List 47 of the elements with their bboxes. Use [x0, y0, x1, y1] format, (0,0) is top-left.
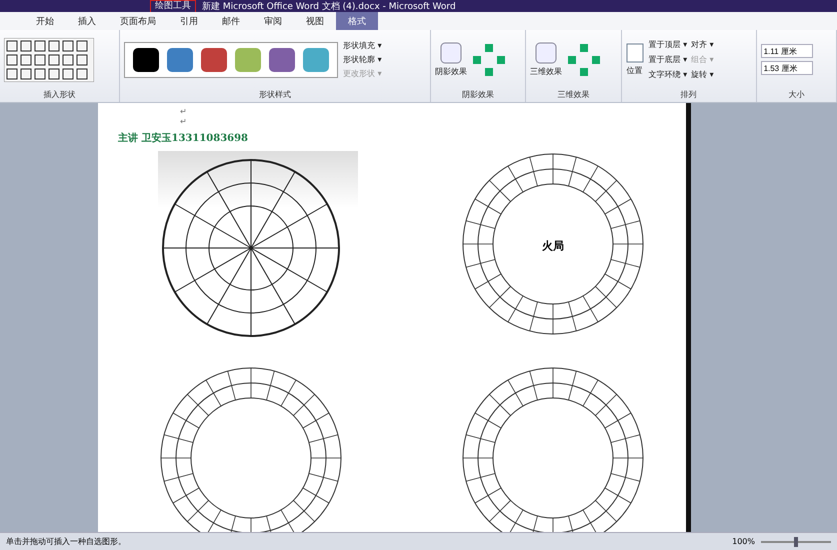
style-swatch[interactable] [167, 48, 194, 72]
window-title: 新建 Microsoft Office Word 文档 (4).docx - Microsoft Word [202, 0, 456, 12]
arrange-command[interactable]: 置于顶层 ▾ [648, 39, 688, 50]
group-label: 插入形状 [42, 89, 77, 101]
nudge-icon[interactable] [567, 42, 602, 76]
effects-button[interactable]: 三维效果 [530, 42, 562, 77]
ribbon-tab[interactable]: 视图 [294, 12, 336, 30]
paragraph-mark: ↵ [180, 107, 188, 117]
style-swatch[interactable] [201, 48, 228, 72]
effect-icon [535, 42, 558, 64]
style-swatch[interactable] [303, 48, 330, 72]
status-message: 单击并拖动可插入一种自选图形。 [6, 536, 127, 547]
arrange-command[interactable]: 文字环绕 ▾ [648, 69, 688, 80]
effects-button[interactable]: 阴影效果 [434, 42, 467, 77]
size-field[interactable]: 1.53 厘米 [760, 61, 813, 75]
arrange-command[interactable]: 置于底层 ▾ [648, 54, 688, 65]
style-swatch[interactable] [133, 48, 160, 72]
ribbon-tab[interactable]: 页面布局 [108, 12, 168, 30]
nudge-icon[interactable] [472, 42, 506, 76]
paragraph-mark: ↵ [180, 117, 188, 127]
shape-command[interactable]: 形状轮廓 ▾ [343, 54, 382, 65]
size-field[interactable]: 1.11 厘米 [760, 44, 813, 58]
arrange-command[interactable]: 旋转 ▾ [691, 69, 714, 80]
style-gallery[interactable] [124, 42, 338, 78]
ribbon-tab[interactable]: 插入 [66, 12, 108, 30]
zoom-level: 100% [732, 537, 755, 546]
ribbon-tab[interactable]: 格式 [336, 12, 378, 30]
group-label: 排列 [680, 89, 698, 101]
group-label: 阴影效果 [461, 89, 496, 101]
group-label: 三维效果 [556, 89, 590, 101]
effect-icon [440, 42, 462, 64]
style-swatch[interactable] [269, 48, 296, 72]
ribbon-tab[interactable]: 开始 [24, 12, 66, 30]
zoom-thumb[interactable] [794, 536, 798, 546]
arrange-command[interactable]: 对齐 ▾ [691, 39, 714, 50]
group-label: 形状样式 [258, 89, 292, 101]
shape-command[interactable]: 形状填充 ▾ [343, 40, 382, 51]
ribbon-tab[interactable]: 邮件 [210, 12, 252, 30]
style-swatch[interactable] [235, 48, 262, 72]
shapes-gallery-icon[interactable] [4, 38, 94, 82]
document-heading: 主讲 卫安玉13311083698 [118, 131, 250, 145]
wheel-center-label: 火局 [542, 238, 564, 254]
ribbon-tab[interactable]: 引用 [168, 12, 210, 30]
group-label: 大小 [787, 89, 806, 101]
page-icon [626, 43, 644, 63]
position-button[interactable]: 位置 [626, 43, 644, 76]
ribbon-tab[interactable]: 审阅 [252, 12, 294, 30]
